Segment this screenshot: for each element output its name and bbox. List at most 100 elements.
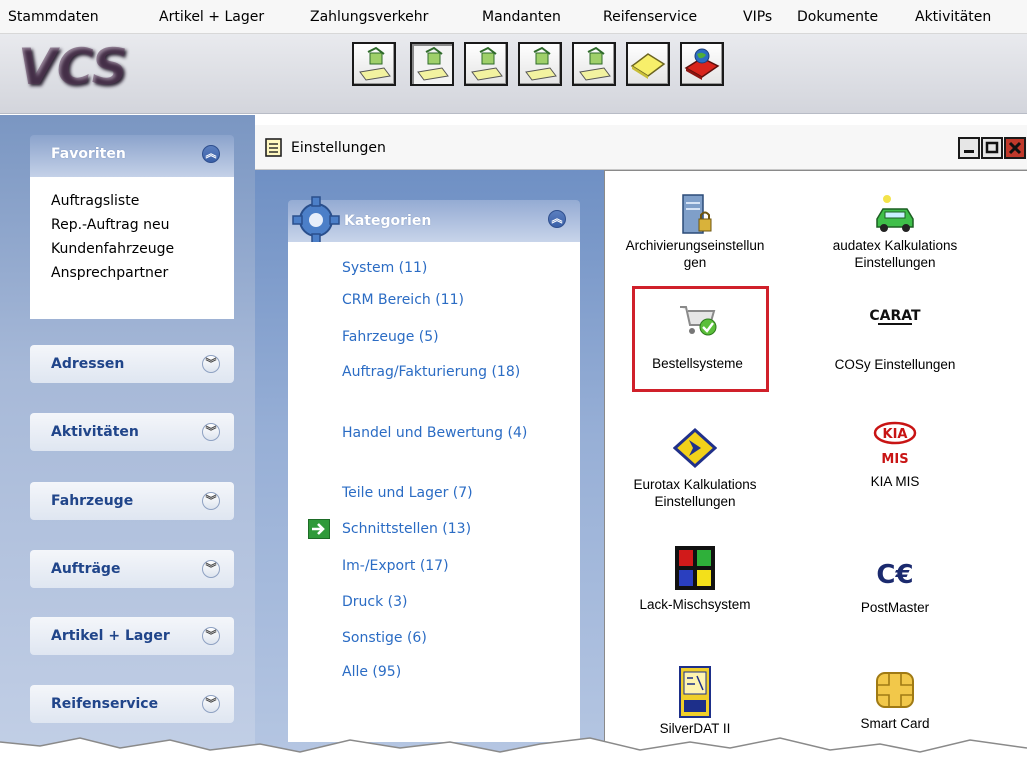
sidebar-section-adressen[interactable]: Adressen ︾	[30, 345, 234, 383]
minimize-button[interactable]	[958, 137, 980, 159]
menu-aktivitaeten[interactable]: Aktivitäten	[915, 9, 991, 25]
toolbar-edit-button-1[interactable]	[352, 42, 396, 86]
torn-edge	[0, 737, 1027, 761]
highlight-box	[632, 286, 769, 392]
category-pane: Kategorien ︽ System (11) CRM Bereich (11…	[255, 170, 605, 761]
chevron-down-icon[interactable]: ︾	[202, 355, 220, 373]
chevron-up-icon[interactable]: ︽	[548, 210, 566, 228]
categories-header[interactable]: Kategorien ︽	[288, 196, 580, 244]
sidebar-section-aktivitaeten[interactable]: Aktivitäten ︾	[30, 413, 234, 451]
close-icon	[1008, 141, 1022, 155]
menu-bar: Stammdaten Artikel + Lager Zahlungsverke…	[0, 0, 1027, 34]
toolbar-edit-button-2[interactable]	[410, 42, 454, 86]
category-alle[interactable]: Alle (95)	[342, 662, 567, 682]
settings-item-smart-card[interactable]: Smart Card	[805, 671, 985, 732]
server-lock-icon	[682, 194, 712, 234]
toolbar: VCS VCS	[0, 34, 1027, 114]
svg-text:CARAT: CARAT	[869, 308, 921, 324]
window-titlebar[interactable]: Einstellungen	[255, 125, 1027, 170]
svg-text:KIA: KIA	[883, 427, 908, 442]
chevron-up-icon[interactable]: ︽	[202, 145, 220, 163]
einstellungen-window: Einstellungen Kategorien ︽ System (11) C…	[255, 125, 1027, 761]
favorites-list: Auftragsliste Rep.-Auftrag neu Kundenfah…	[30, 177, 234, 319]
sidebar-section-artikel-lager[interactable]: Artikel + Lager ︾	[30, 617, 234, 655]
settings-item-audatex[interactable]: audatex Kalkulations Einstellungen	[805, 193, 985, 271]
maximize-icon	[985, 141, 999, 154]
chevron-down-icon[interactable]: ︾	[202, 627, 220, 645]
settings-item-eurotax[interactable]: Eurotax Kalkulations Einstellungen	[605, 426, 785, 510]
item-label-line: audatex Kalkulations	[832, 238, 958, 253]
item-label-line: PostMaster	[860, 600, 930, 615]
carat-logo-icon: CARAT	[869, 308, 921, 325]
menu-vips[interactable]: VIPs	[743, 9, 772, 25]
sidebar-section-reifenservice[interactable]: Reifenservice ︾	[30, 685, 234, 723]
category-druck[interactable]: Druck (3)	[342, 592, 567, 612]
svg-text:C€: C€	[876, 560, 913, 590]
category-list: System (11) CRM Bereich (11) Fahrzeuge (…	[288, 242, 580, 742]
settings-item-kia-mis[interactable]: KIA MIS KIA MIS	[805, 421, 985, 490]
silverdat-icon	[679, 666, 711, 718]
category-auftrag-fakturierung[interactable]: Auftrag/Fakturierung (18)	[342, 362, 567, 382]
section-title: Reifenservice	[51, 696, 159, 712]
svg-text:VCS: VCS	[18, 42, 128, 96]
toolbar-edit-button-5[interactable]	[572, 42, 616, 86]
window-title: Einstellungen	[291, 140, 386, 156]
favorite-link-kundenfahrzeuge[interactable]: Kundenfahrzeuge	[51, 241, 174, 257]
section-title: Artikel + Lager	[51, 628, 170, 644]
item-label-line: gen	[683, 255, 707, 270]
category-handel-bewertung[interactable]: Handel und Bewertung (4)	[342, 423, 567, 443]
favorite-link-ansprechpartner[interactable]: Ansprechpartner	[51, 265, 168, 281]
close-button[interactable]	[1004, 137, 1026, 159]
gear-icon	[292, 196, 340, 244]
chip-card-icon	[876, 672, 914, 708]
eurotax-logo-icon	[673, 427, 717, 469]
favorites-title: Favoriten	[51, 146, 126, 162]
toolbar-edit-button-3[interactable]	[464, 42, 508, 86]
category-schnittstellen[interactable]: Schnittstellen (13)	[342, 519, 567, 539]
sidebar-section-auftraege[interactable]: Aufträge ︾	[30, 550, 234, 588]
chevron-down-icon[interactable]: ︾	[202, 695, 220, 713]
settings-item-cosy[interactable]: CARAT COSy Einstellungen	[805, 304, 985, 373]
vcs-logo: VCS VCS	[18, 42, 130, 98]
menu-dokumente[interactable]: Dokumente	[797, 9, 878, 25]
item-label-line: Archivierungseinstellun	[625, 238, 765, 253]
menu-zahlungsverkehr[interactable]: Zahlungsverkehr	[310, 9, 428, 25]
category-sonstige[interactable]: Sonstige (6)	[342, 628, 567, 648]
chevron-down-icon[interactable]: ︾	[202, 492, 220, 510]
toolbar-notes-button[interactable]	[626, 42, 670, 86]
settings-item-archivierung[interactable]: Archivierungseinstellun gen	[605, 193, 785, 271]
menu-stammdaten[interactable]: Stammdaten	[8, 9, 99, 25]
sidebar: Favoriten ︽ Auftragsliste Rep.-Auftrag n…	[0, 115, 255, 761]
category-system[interactable]: System (11)	[342, 258, 567, 278]
color-grid-icon	[675, 546, 715, 590]
menu-reifenservice[interactable]: Reifenservice	[603, 9, 697, 25]
favorites-header[interactable]: Favoriten ︽	[30, 135, 234, 177]
chevron-down-icon[interactable]: ︾	[202, 423, 220, 441]
settings-item-lack-mischsystem[interactable]: Lack-Mischsystem	[605, 546, 785, 613]
category-fahrzeuge[interactable]: Fahrzeuge (5)	[342, 327, 567, 347]
item-label-line: KIA MIS	[870, 474, 920, 489]
settings-item-silverdat[interactable]: SilverDAT II	[605, 666, 785, 737]
settings-item-postmaster[interactable]: C€ PostMaster	[805, 553, 985, 616]
category-teile-lager[interactable]: Teile und Lager (7)	[342, 483, 567, 503]
item-label-line: COSy Einstellungen	[834, 357, 956, 372]
section-title: Aktivitäten	[51, 424, 139, 440]
sidebar-section-fahrzeuge[interactable]: Fahrzeuge ︾	[30, 482, 234, 520]
chevron-down-icon[interactable]: ︾	[202, 560, 220, 578]
item-label-line: Einstellungen	[654, 494, 736, 509]
favorite-link-auftragsliste[interactable]: Auftragsliste	[51, 193, 139, 209]
toolbar-edit-button-4[interactable]	[518, 42, 562, 86]
menu-mandanten[interactable]: Mandanten	[482, 9, 561, 25]
maximize-button[interactable]	[981, 137, 1003, 159]
favorite-link-rep-auftrag-neu[interactable]: Rep.-Auftrag neu	[51, 217, 169, 233]
pencil-tablet-icon	[471, 46, 503, 81]
menu-artikel-lager[interactable]: Artikel + Lager	[159, 9, 264, 25]
toolbar-globe-book-button[interactable]	[680, 42, 724, 86]
category-crm-bereich[interactable]: CRM Bereich (11)	[342, 290, 567, 310]
pencil-tablet-icon	[359, 46, 391, 81]
item-label-line: Lack-Mischsystem	[639, 597, 751, 612]
arrow-right-icon	[308, 519, 330, 539]
postmaster-logo-icon: C€	[876, 560, 913, 590]
categories-title: Kategorien	[344, 213, 432, 229]
category-im-export[interactable]: Im-/Export (17)	[342, 556, 567, 576]
